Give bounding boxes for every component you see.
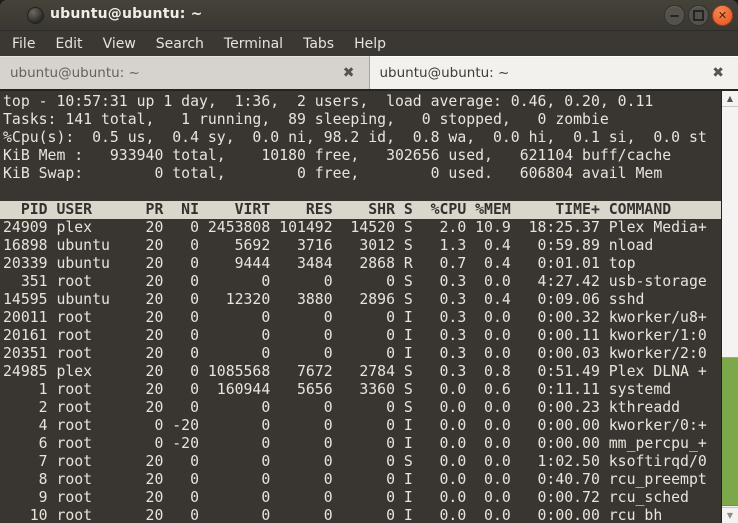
scrollbar-thumb[interactable] bbox=[722, 357, 738, 506]
maximize-icon bbox=[693, 10, 704, 21]
menu-tabs[interactable]: Tabs bbox=[293, 34, 344, 54]
tab-2-close-icon[interactable]: ✖ bbox=[708, 66, 728, 80]
close-button[interactable]: ✕ bbox=[712, 5, 733, 26]
menu-file[interactable]: File bbox=[2, 34, 45, 54]
process-row: 10 root 20 0 0 0 0 I 0.0 0.0 0:00.00 rcu… bbox=[3, 507, 663, 523]
process-row: 20351 root 20 0 0 0 0 I 0.3 0.0 0:00.03 … bbox=[3, 345, 707, 362]
summary-line: %Cpu(s): 0.5 us, 0.4 sy, 0.0 ni, 98.2 id… bbox=[3, 129, 707, 146]
process-row: 20011 root 20 0 0 0 0 I 0.3 0.0 0:00.32 … bbox=[3, 309, 707, 326]
scroll-down-button[interactable]: ▼ bbox=[722, 507, 738, 523]
process-row: 351 root 20 0 0 0 0 S 0.3 0.0 4:27.42 us… bbox=[3, 273, 707, 290]
menu-search[interactable]: Search bbox=[146, 34, 214, 54]
minimize-button[interactable] bbox=[664, 5, 685, 26]
process-row: 8 root 20 0 0 0 0 I 0.0 0.0 0:40.70 rcu_… bbox=[3, 471, 707, 488]
window-controls: ✕ bbox=[664, 5, 733, 26]
tab-2[interactable]: ubuntu@ubuntu: ~ ✖ bbox=[369, 56, 738, 89]
summary-line: Tasks: 141 total, 1 running, 89 sleeping… bbox=[3, 111, 609, 128]
summary-line: top - 10:57:31 up 1 day, 1:36, 2 users, … bbox=[3, 93, 654, 110]
tab-1[interactable]: ubuntu@ubuntu: ~ ✖ bbox=[0, 56, 370, 89]
terminal-window: ubuntu@ubuntu: ~ ✕ File Edit View Search… bbox=[0, 0, 738, 523]
tab-2-label: ubuntu@ubuntu: ~ bbox=[379, 64, 510, 81]
scrollbar: ▲ ▼ bbox=[721, 91, 738, 523]
close-icon: ✕ bbox=[717, 9, 728, 22]
terminal-app-icon bbox=[27, 7, 44, 24]
menu-edit[interactable]: Edit bbox=[45, 34, 92, 54]
process-row: 2 root 20 0 0 0 0 S 0.0 0.0 0:00.23 kthr… bbox=[3, 399, 681, 416]
window-title: ubuntu@ubuntu: ~ bbox=[50, 6, 203, 22]
scroll-up-icon: ▲ bbox=[726, 94, 734, 103]
scroll-down-icon: ▼ bbox=[726, 511, 734, 520]
process-row: 7 root 20 0 0 0 0 S 0.0 0.0 1:02.50 ksof… bbox=[3, 453, 707, 470]
process-row: 20161 root 20 0 0 0 0 I 0.3 0.0 0:00.11 … bbox=[3, 327, 707, 344]
minimize-icon bbox=[670, 14, 679, 17]
process-row: 24985 plex 20 0 1085568 7672 2784 S 0.3 … bbox=[3, 363, 707, 380]
terminal-area: top - 10:57:31 up 1 day, 1:36, 2 users, … bbox=[0, 91, 738, 523]
menu-help[interactable]: Help bbox=[344, 34, 396, 54]
tab-1-close-icon[interactable]: ✖ bbox=[339, 66, 359, 80]
tab-1-label: ubuntu@ubuntu: ~ bbox=[10, 64, 140, 81]
process-row: 4 root 0 -20 0 0 0 I 0.0 0.0 0:00.00 kwo… bbox=[3, 417, 707, 434]
maximize-button[interactable] bbox=[688, 5, 709, 26]
process-row: 6 root 0 -20 0 0 0 I 0.0 0.0 0:00.00 mm_… bbox=[3, 435, 707, 452]
titlebar[interactable]: ubuntu@ubuntu: ~ ✕ bbox=[0, 0, 738, 31]
process-row: 24909 plex 20 0 2453808 101492 14520 S 2… bbox=[3, 219, 707, 236]
process-row: 9 root 20 0 0 0 0 I 0.0 0.0 0:00.72 rcu_… bbox=[3, 489, 689, 506]
process-row: 14595 ubuntu 20 0 12320 3880 2896 S 0.3 … bbox=[3, 291, 645, 308]
summary-line: KiB Swap: 0 total, 0 free, 0 used. 60680… bbox=[3, 165, 663, 182]
process-row: 1 root 20 0 160944 5656 3360 S 0.0 0.6 0… bbox=[3, 381, 672, 398]
menubar: File Edit View Search Terminal Tabs Help bbox=[0, 31, 738, 56]
tab-bar: ubuntu@ubuntu: ~ ✖ ubuntu@ubuntu: ~ ✖ bbox=[0, 56, 738, 91]
process-row: 16898 ubuntu 20 0 5692 3716 3012 S 1.3 0… bbox=[3, 237, 654, 254]
scroll-up-button[interactable]: ▲ bbox=[722, 91, 738, 107]
process-table-header: PID USER PR NI VIRT RES SHR S %CPU %MEM … bbox=[0, 201, 721, 219]
scrollbar-trough[interactable] bbox=[722, 107, 738, 507]
menu-view[interactable]: View bbox=[93, 34, 146, 54]
menu-terminal[interactable]: Terminal bbox=[214, 34, 293, 54]
summary-line: KiB Mem : 933940 total, 10180 free, 3026… bbox=[3, 147, 672, 164]
terminal-screen[interactable]: top - 10:57:31 up 1 day, 1:36, 2 users, … bbox=[0, 91, 721, 523]
process-row: 20339 ubuntu 20 0 9444 3484 2868 R 0.7 0… bbox=[3, 255, 636, 272]
